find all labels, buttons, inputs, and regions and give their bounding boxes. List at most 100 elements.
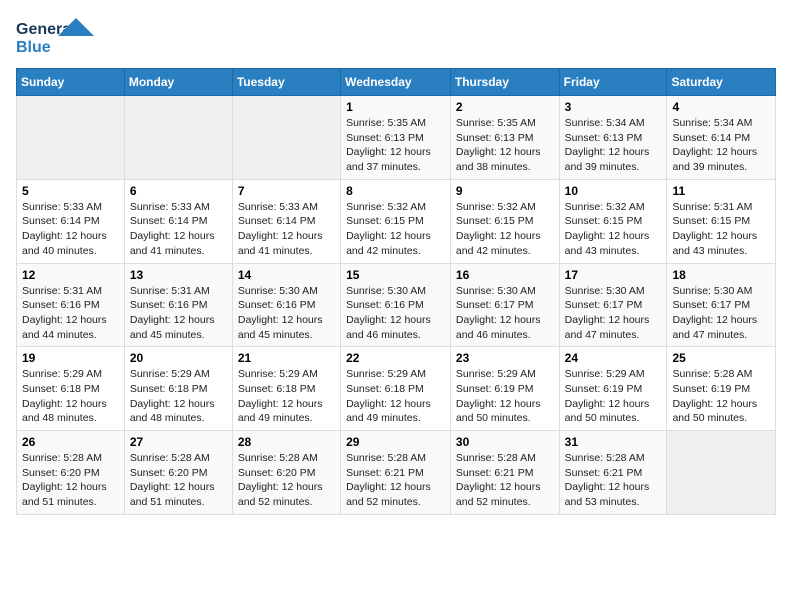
day-number: 9 bbox=[456, 184, 554, 198]
calendar-week-3: 12Sunrise: 5:31 AM Sunset: 6:16 PM Dayli… bbox=[17, 263, 776, 347]
day-number: 4 bbox=[672, 100, 770, 114]
day-info: Sunrise: 5:32 AM Sunset: 6:15 PM Dayligh… bbox=[456, 200, 554, 259]
day-number: 24 bbox=[565, 351, 662, 365]
day-number: 10 bbox=[565, 184, 662, 198]
header-friday: Friday bbox=[559, 69, 667, 96]
day-info: Sunrise: 5:34 AM Sunset: 6:14 PM Dayligh… bbox=[672, 116, 770, 175]
calendar-week-4: 19 Sunrise: 5:29 AM Sunset: 6:18 PM Dayli… bbox=[17, 347, 776, 431]
day-number: 31 bbox=[565, 435, 662, 449]
day-number: 22 bbox=[346, 351, 445, 365]
day-number: 6 bbox=[130, 184, 227, 198]
calendar-cell: 30 Sunrise: 5:28 AM Sunset: 6:21 PM Dayli… bbox=[450, 431, 559, 515]
calendar-cell: 5 Sunrise: 5:33 AM Sunset: 6:14 PM Daylig… bbox=[17, 179, 125, 263]
calendar-cell: 9 Sunrise: 5:32 AM Sunset: 6:15 PM Daylig… bbox=[450, 179, 559, 263]
day-info: Sunrise: 5:28 AM Sunset: 6:19 PM Dayligh… bbox=[672, 367, 770, 426]
day-info: Sunrise: 5:29 AM Sunset: 6:18 PM Dayligh… bbox=[22, 367, 119, 426]
day-info: Sunrise: 5:30 AM Sunset: 6:16 PM Dayligh… bbox=[238, 284, 335, 343]
day-info: Sunrise: 5:28 AM Sunset: 6:21 PM Dayligh… bbox=[456, 451, 554, 510]
calendar-cell: 6 Sunrise: 5:33 AM Sunset: 6:14 PM Daylig… bbox=[124, 179, 232, 263]
calendar-cell: 16Sunrise: 5:30 AM Sunset: 6:17 PM Dayli… bbox=[450, 263, 559, 347]
calendar-cell: 18 Sunrise: 5:30 AM Sunset: 6:17 PM Dayli… bbox=[667, 263, 776, 347]
day-number: 11 bbox=[672, 184, 770, 198]
day-number: 19 bbox=[22, 351, 119, 365]
day-info: Sunrise: 5:35 AM Sunset: 6:13 PM Dayligh… bbox=[346, 116, 445, 175]
calendar-week-2: 5 Sunrise: 5:33 AM Sunset: 6:14 PM Daylig… bbox=[17, 179, 776, 263]
calendar-week-1: 1 Sunrise: 5:35 AM Sunset: 6:13 PM Daylig… bbox=[17, 96, 776, 180]
calendar-cell: 12Sunrise: 5:31 AM Sunset: 6:16 PM Dayli… bbox=[17, 263, 125, 347]
calendar-cell: 14 Sunrise: 5:30 AM Sunset: 6:16 PM Dayli… bbox=[232, 263, 340, 347]
day-info: Sunrise: 5:28 AM Sunset: 6:20 PM Dayligh… bbox=[238, 451, 335, 510]
calendar-cell: 4 Sunrise: 5:34 AM Sunset: 6:14 PM Daylig… bbox=[667, 96, 776, 180]
calendar-cell: 29 Sunrise: 5:28 AM Sunset: 6:21 PM Dayli… bbox=[341, 431, 451, 515]
calendar-cell: 2 Sunrise: 5:35 AM Sunset: 6:13 PM Daylig… bbox=[450, 96, 559, 180]
calendar-cell: 27Sunrise: 5:28 AM Sunset: 6:20 PM Dayli… bbox=[124, 431, 232, 515]
day-info: Sunrise: 5:28 AM Sunset: 6:21 PM Dayligh… bbox=[565, 451, 662, 510]
day-number: 1 bbox=[346, 100, 445, 114]
calendar-cell: 31 Sunrise: 5:28 AM Sunset: 6:21 PM Dayli… bbox=[559, 431, 667, 515]
calendar-cell: 8 Sunrise: 5:32 AM Sunset: 6:15 PM Daylig… bbox=[341, 179, 451, 263]
day-number: 14 bbox=[238, 268, 335, 282]
day-info: Sunrise: 5:31 AM Sunset: 6:16 PM Dayligh… bbox=[22, 284, 119, 343]
day-info: Sunrise: 5:29 AM Sunset: 6:19 PM Dayligh… bbox=[456, 367, 554, 426]
header-thursday: Thursday bbox=[450, 69, 559, 96]
calendar-cell: 15 Sunrise: 5:30 AM Sunset: 6:16 PM Dayli… bbox=[341, 263, 451, 347]
calendar-cell bbox=[17, 96, 125, 180]
calendar-table: SundayMondayTuesdayWednesdayThursdayFrid… bbox=[16, 68, 776, 515]
day-number: 5 bbox=[22, 184, 119, 198]
day-info: Sunrise: 5:31 AM Sunset: 6:16 PM Dayligh… bbox=[130, 284, 227, 343]
calendar-cell: 17 Sunrise: 5:30 AM Sunset: 6:17 PM Dayli… bbox=[559, 263, 667, 347]
logo-svg: GeneralBlue bbox=[16, 16, 96, 60]
header-saturday: Saturday bbox=[667, 69, 776, 96]
day-info: Sunrise: 5:29 AM Sunset: 6:18 PM Dayligh… bbox=[130, 367, 227, 426]
calendar-header-row: SundayMondayTuesdayWednesdayThursdayFrid… bbox=[17, 69, 776, 96]
calendar-cell: 23 Sunrise: 5:29 AM Sunset: 6:19 PM Dayli… bbox=[450, 347, 559, 431]
day-number: 2 bbox=[456, 100, 554, 114]
calendar-cell: 7Sunrise: 5:33 AM Sunset: 6:14 PM Daylig… bbox=[232, 179, 340, 263]
calendar-week-5: 26 Sunrise: 5:28 AM Sunset: 6:20 PM Dayli… bbox=[17, 431, 776, 515]
calendar-cell: 13 Sunrise: 5:31 AM Sunset: 6:16 PM Dayli… bbox=[124, 263, 232, 347]
day-info: Sunrise: 5:28 AM Sunset: 6:21 PM Dayligh… bbox=[346, 451, 445, 510]
day-number: 20 bbox=[130, 351, 227, 365]
day-number: 18 bbox=[672, 268, 770, 282]
day-info: Sunrise: 5:28 AM Sunset: 6:20 PM Dayligh… bbox=[22, 451, 119, 510]
day-info: Sunrise: 5:35 AM Sunset: 6:13 PM Dayligh… bbox=[456, 116, 554, 175]
day-info: Sunrise: 5:33 AM Sunset: 6:14 PM Dayligh… bbox=[22, 200, 119, 259]
calendar-cell: 24Sunrise: 5:29 AM Sunset: 6:19 PM Dayli… bbox=[559, 347, 667, 431]
day-info: Sunrise: 5:30 AM Sunset: 6:16 PM Dayligh… bbox=[346, 284, 445, 343]
day-number: 8 bbox=[346, 184, 445, 198]
day-info: Sunrise: 5:30 AM Sunset: 6:17 PM Dayligh… bbox=[565, 284, 662, 343]
day-number: 17 bbox=[565, 268, 662, 282]
calendar-cell: 3Sunrise: 5:34 AM Sunset: 6:13 PM Daylig… bbox=[559, 96, 667, 180]
calendar-cell: 21 Sunrise: 5:29 AM Sunset: 6:18 PM Dayli… bbox=[232, 347, 340, 431]
day-info: Sunrise: 5:30 AM Sunset: 6:17 PM Dayligh… bbox=[672, 284, 770, 343]
calendar-cell bbox=[667, 431, 776, 515]
day-info: Sunrise: 5:32 AM Sunset: 6:15 PM Dayligh… bbox=[565, 200, 662, 259]
page-header: GeneralBlue bbox=[16, 16, 776, 60]
day-number: 3 bbox=[565, 100, 662, 114]
calendar-cell: 25 Sunrise: 5:28 AM Sunset: 6:19 PM Dayli… bbox=[667, 347, 776, 431]
day-number: 13 bbox=[130, 268, 227, 282]
calendar-cell: 11Sunrise: 5:31 AM Sunset: 6:15 PM Dayli… bbox=[667, 179, 776, 263]
day-number: 23 bbox=[456, 351, 554, 365]
day-number: 7 bbox=[238, 184, 335, 198]
day-info: Sunrise: 5:32 AM Sunset: 6:15 PM Dayligh… bbox=[346, 200, 445, 259]
calendar-cell bbox=[232, 96, 340, 180]
day-number: 26 bbox=[22, 435, 119, 449]
calendar-cell: 26 Sunrise: 5:28 AM Sunset: 6:20 PM Dayli… bbox=[17, 431, 125, 515]
calendar-cell: 28Sunrise: 5:28 AM Sunset: 6:20 PM Dayli… bbox=[232, 431, 340, 515]
calendar-cell: 22Sunrise: 5:29 AM Sunset: 6:18 PM Dayli… bbox=[341, 347, 451, 431]
day-number: 29 bbox=[346, 435, 445, 449]
day-number: 30 bbox=[456, 435, 554, 449]
day-info: Sunrise: 5:33 AM Sunset: 6:14 PM Dayligh… bbox=[130, 200, 227, 259]
calendar-cell: 19 Sunrise: 5:29 AM Sunset: 6:18 PM Dayli… bbox=[17, 347, 125, 431]
day-number: 25 bbox=[672, 351, 770, 365]
day-number: 15 bbox=[346, 268, 445, 282]
day-info: Sunrise: 5:28 AM Sunset: 6:20 PM Dayligh… bbox=[130, 451, 227, 510]
calendar-cell bbox=[124, 96, 232, 180]
header-sunday: Sunday bbox=[17, 69, 125, 96]
calendar-cell: 1 Sunrise: 5:35 AM Sunset: 6:13 PM Daylig… bbox=[341, 96, 451, 180]
day-info: Sunrise: 5:29 AM Sunset: 6:18 PM Dayligh… bbox=[238, 367, 335, 426]
header-wednesday: Wednesday bbox=[341, 69, 451, 96]
day-number: 21 bbox=[238, 351, 335, 365]
calendar-cell: 20 Sunrise: 5:29 AM Sunset: 6:18 PM Dayli… bbox=[124, 347, 232, 431]
